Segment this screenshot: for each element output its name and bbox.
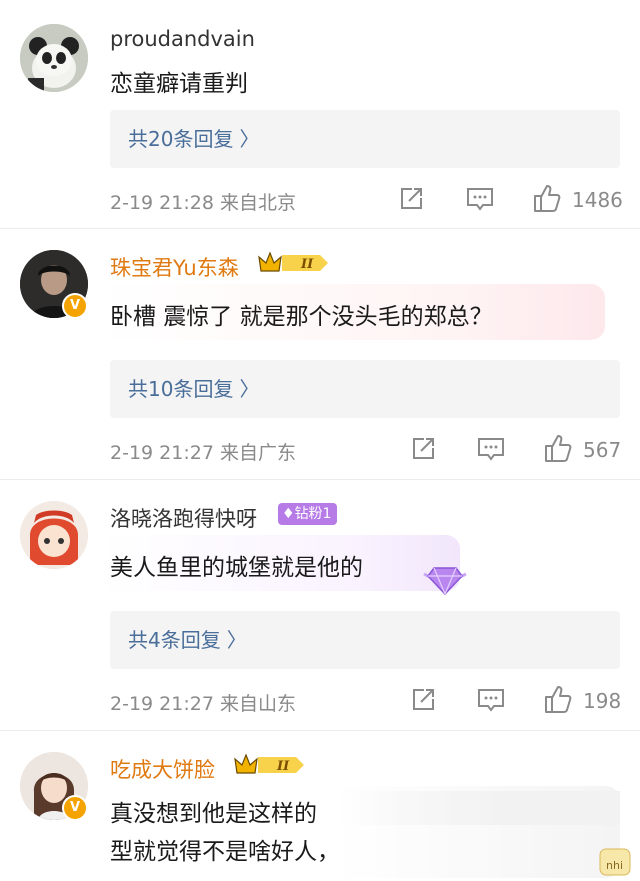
comment-icon <box>467 188 493 211</box>
replies-label: 共10条回复 <box>128 377 234 401</box>
comment-text-line-2: 型就觉得不是啥好人， <box>110 839 340 865</box>
badge-level: II <box>276 759 290 774</box>
comment-1: proudandvain 恋童癖请重判 共20条回复〉 2-19 21:28 来… <box>0 0 640 228</box>
username[interactable]: proudandvain <box>110 27 255 51</box>
timestamp-location: 2-19 21:28 来自北京 <box>110 192 296 214</box>
like-button[interactable] <box>543 684 573 718</box>
avatar[interactable] <box>20 24 88 92</box>
chevron-right-icon: 〉 <box>239 127 260 151</box>
comment-button[interactable] <box>466 187 494 217</box>
username[interactable]: 珠宝君Yu东森 <box>110 252 239 282</box>
comment-text: 卧槽 震惊了 就是那个没头毛的郑总？ <box>110 304 493 330</box>
verified-badge-icon: V <box>62 293 88 319</box>
like-button[interactable] <box>543 433 573 467</box>
view-replies-button[interactable]: 共10条回复〉 <box>110 360 620 418</box>
panda-avatar-icon <box>20 24 88 92</box>
like-count: 198 <box>583 689 622 713</box>
comment-button[interactable] <box>477 688 505 718</box>
avatar[interactable] <box>20 501 88 569</box>
timestamp-location: 2-19 21:27 来自广东 <box>110 442 296 464</box>
thumbs-up-icon <box>534 185 561 212</box>
diamond-sticker-icon <box>422 560 468 600</box>
comment-text: 美人鱼里的城堡就是他的 <box>110 555 363 581</box>
chevron-right-icon: 〉 <box>226 628 247 652</box>
thumbs-up-icon <box>545 686 572 713</box>
repost-button[interactable] <box>410 436 436 466</box>
comment-text: 恋童癖请重判 <box>110 71 248 97</box>
share-icon <box>413 689 434 710</box>
comment-text-line-1: 真没想到他是这样的 <box>110 801 317 827</box>
share-icon <box>413 438 434 459</box>
view-replies-button[interactable]: 共4条回复〉 <box>110 611 620 669</box>
like-count: 567 <box>583 438 622 462</box>
comment-2: V 珠宝君Yu东森 II 卧槽 震惊了 就是那个没头毛的郑总？ 共10条回复〉 … <box>0 229 640 479</box>
thumbs-up-icon <box>545 435 572 462</box>
username[interactable]: 洛晓洛跑得快呀 <box>110 503 257 533</box>
username[interactable]: 吃成大饼脸 <box>110 754 215 784</box>
share-icon <box>401 188 422 209</box>
anime-avatar-icon <box>20 501 88 569</box>
comment-button[interactable] <box>477 437 505 467</box>
repost-button[interactable] <box>398 186 424 216</box>
diamond-icon: ♦ <box>282 506 295 522</box>
badge-level: II <box>300 257 314 272</box>
fan-badge-label: 钻粉1 <box>294 506 332 522</box>
crown-badge-icon: II <box>258 251 328 273</box>
replies-label: 共20条回复 <box>128 127 234 151</box>
timestamp-location: 2-19 21:27 来自山东 <box>110 693 296 715</box>
emoji-sticker-icon: nhi <box>598 843 634 881</box>
replies-label: 共4条回复 <box>128 628 221 652</box>
view-replies-button[interactable]: 共20条回复〉 <box>110 110 620 168</box>
like-count: 1486 <box>572 188 623 212</box>
verified-badge-icon: V <box>62 795 88 821</box>
chevron-right-icon: 〉 <box>239 377 260 401</box>
comment-4: V 吃成大饼脸 II 真没想到他是这样的 型就觉得不是啥好人， nhi <box>0 731 640 878</box>
crown-badge-icon: II <box>234 753 304 775</box>
text-fade-overlay <box>340 791 620 825</box>
comment-icon <box>478 438 504 461</box>
fan-badge: ♦钻粉1 <box>278 503 338 525</box>
comment-3: 洛晓洛跑得快呀 ♦钻粉1 美人鱼里的城堡就是他的 共4条回复〉 2-19 21:… <box>0 480 640 730</box>
comment-icon <box>478 689 504 712</box>
repost-button[interactable] <box>410 687 436 717</box>
like-button[interactable] <box>532 183 562 217</box>
svg-text:nhi: nhi <box>606 859 623 872</box>
